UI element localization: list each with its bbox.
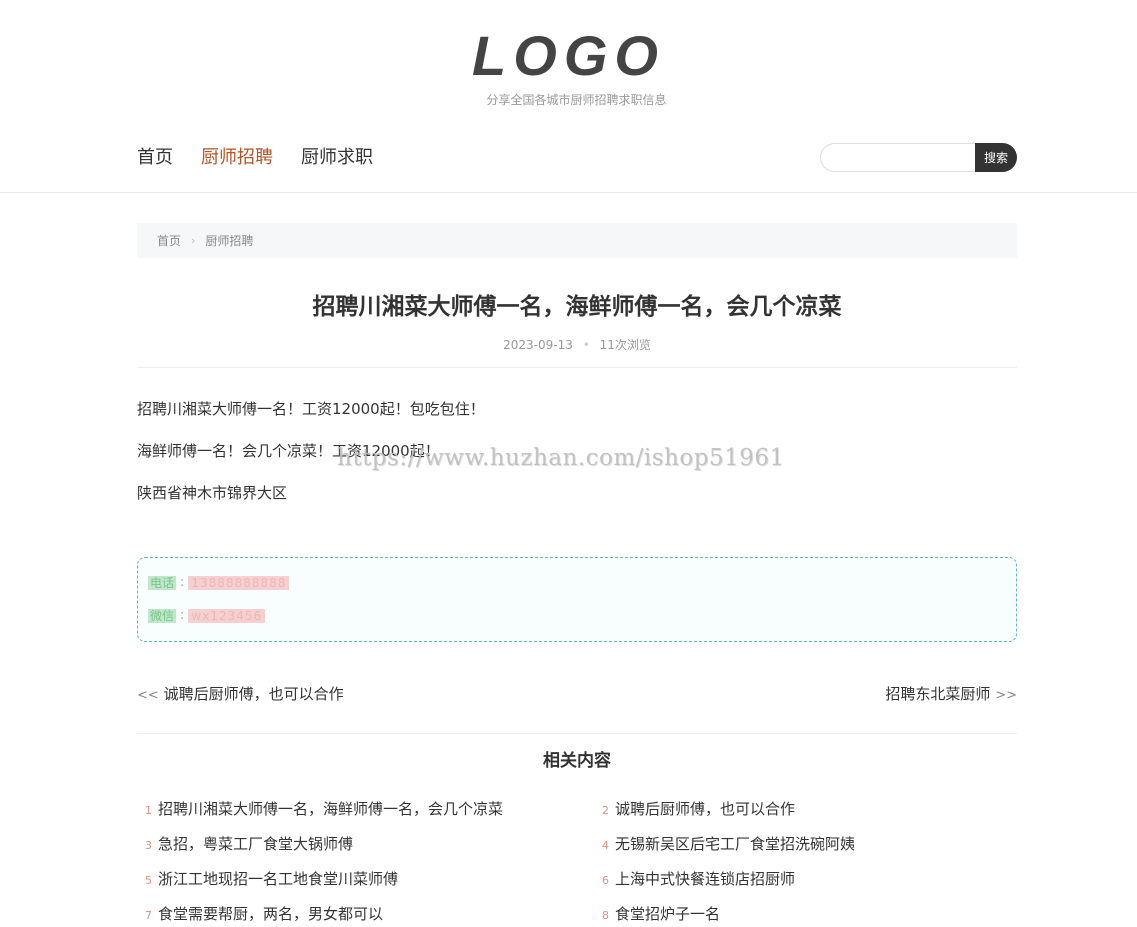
breadcrumb-current[interactable]: 厨师招聘 <box>205 232 253 249</box>
contact-phone-row: 电话 : 13888888888 <box>148 575 290 590</box>
label-colon: : <box>180 608 185 623</box>
divider <box>137 367 1017 368</box>
related-item-title: 上海中式快餐连锁店招厨师 <box>615 870 796 888</box>
prev-next-nav: << 诚聘后厨师傅，也可以合作 招聘东北菜厨师 >> <box>137 683 1017 704</box>
related-item[interactable]: 8 食堂招炉子一名 <box>602 903 1017 927</box>
article-paragraph: 招聘川湘菜大师傅一名！工资12000起！包吃包住！ <box>137 400 485 418</box>
related-item-number: 8 <box>602 909 609 922</box>
search-input[interactable] <box>820 143 975 172</box>
related-item[interactable]: 4 无锡新吴区后宅工厂食堂招洗碗阿姨 <box>602 833 1017 857</box>
related-item-number: 5 <box>145 874 152 887</box>
related-item[interactable]: 7 食堂需要帮厨，两名，男女都可以 <box>145 903 602 927</box>
related-item-number: 4 <box>602 839 609 852</box>
related-item-number: 2 <box>602 804 609 817</box>
phone-label: 电话 <box>148 575 177 590</box>
article-views: 11次浏览 <box>599 338 651 352</box>
related-item-title: 无锡新吴区后宅工厂食堂招洗碗阿姨 <box>615 835 856 853</box>
related-item[interactable]: 6 上海中式快餐连锁店招厨师 <box>602 868 1017 892</box>
related-item-title: 食堂招炉子一名 <box>615 905 721 923</box>
wechat-label: 微信 <box>148 608 177 623</box>
wechat-value: wx123456 <box>188 608 266 623</box>
dot-separator: • <box>582 338 590 352</box>
article-date: 2023-09-13 <box>503 338 573 352</box>
next-article-title: 招聘东北菜厨师 <box>885 685 991 703</box>
article-title: 招聘川湘菜大师傅一名，海鲜师傅一名，会几个凉菜 <box>312 294 842 320</box>
related-item[interactable]: 1 招聘川湘菜大师傅一名，海鲜师傅一名，会几个凉菜 <box>145 798 602 822</box>
related-item-title: 浙江工地现招一名工地食堂川菜师傅 <box>158 870 399 888</box>
article-paragraph: 陕西省神木市锦界大区 <box>137 484 288 502</box>
related-item-title: 食堂需要帮厨，两名，男女都可以 <box>158 905 384 923</box>
watermark-text: https://www.huzhan.com/ishop51961 <box>337 445 785 471</box>
label-colon: : <box>180 575 185 590</box>
prev-article-title: 诚聘后厨师傅，也可以合作 <box>163 685 344 703</box>
breadcrumb-home[interactable]: 首页 <box>157 232 181 249</box>
related-item-title: 招聘川湘菜大师傅一名，海鲜师傅一名，会几个凉菜 <box>158 800 504 818</box>
related-item-title: 诚聘后厨师傅，也可以合作 <box>615 800 796 818</box>
chevron-right-icon: › <box>191 234 196 247</box>
next-article-link[interactable]: 招聘东北菜厨师 >> <box>885 683 1017 704</box>
main-nav: 首页 厨师招聘 厨师求职 <box>137 146 373 170</box>
contact-wechat-row: 微信 : wx123456 <box>148 608 266 623</box>
site-header: LOGO 分享全国各城市厨师招聘求职信息 首页 厨师招聘 厨师求职 搜索 <box>0 0 1137 193</box>
site-tagline: 分享全国各城市厨师招聘求职信息 <box>486 93 667 107</box>
related-item-number: 6 <box>602 874 609 887</box>
search-button[interactable]: 搜索 <box>975 143 1017 172</box>
nav-item-chef-job-seeking[interactable]: 厨师求职 <box>301 146 373 170</box>
related-item-number: 1 <box>145 804 152 817</box>
related-item[interactable]: 5 浙江工地现招一名工地食堂川菜师傅 <box>145 868 602 892</box>
nav-item-chef-recruitment[interactable]: 厨师招聘 <box>201 146 273 170</box>
prev-article-link[interactable]: << 诚聘后厨师傅，也可以合作 <box>137 683 344 704</box>
main-content: 首页 › 厨师招聘 招聘川湘菜大师傅一名，海鲜师傅一名，会几个凉菜 2023-0… <box>137 223 1017 923</box>
related-item-number: 3 <box>145 839 152 852</box>
search-box: 搜索 <box>820 143 1017 172</box>
related-item-title: 急招，粤菜工厂食堂大锅师傅 <box>158 835 354 853</box>
contact-box: 电话 : 13888888888 微信 : wx123456 <box>137 557 1017 642</box>
double-chevron-right-icon: >> <box>995 688 1017 703</box>
related-item[interactable]: 2 诚聘后厨师傅，也可以合作 <box>602 798 1017 822</box>
divider <box>137 733 1017 734</box>
related-list: 1 招聘川湘菜大师傅一名，海鲜师傅一名，会几个凉菜 2 诚聘后厨师傅，也可以合作 3… <box>145 798 1017 927</box>
nav-item-home[interactable]: 首页 <box>137 146 173 170</box>
article-meta: 2023-09-13 • 11次浏览 <box>137 336 1017 353</box>
related-item-number: 7 <box>145 909 152 922</box>
breadcrumb: 首页 › 厨师招聘 <box>137 223 1017 258</box>
double-chevron-left-icon: << <box>137 688 159 703</box>
related-item[interactable]: 3 急招，粤菜工厂食堂大锅师傅 <box>145 833 602 857</box>
site-logo[interactable]: LOGO <box>0 24 1137 88</box>
phone-value: 13888888888 <box>188 575 290 590</box>
related-section-title: 相关内容 <box>543 751 611 771</box>
